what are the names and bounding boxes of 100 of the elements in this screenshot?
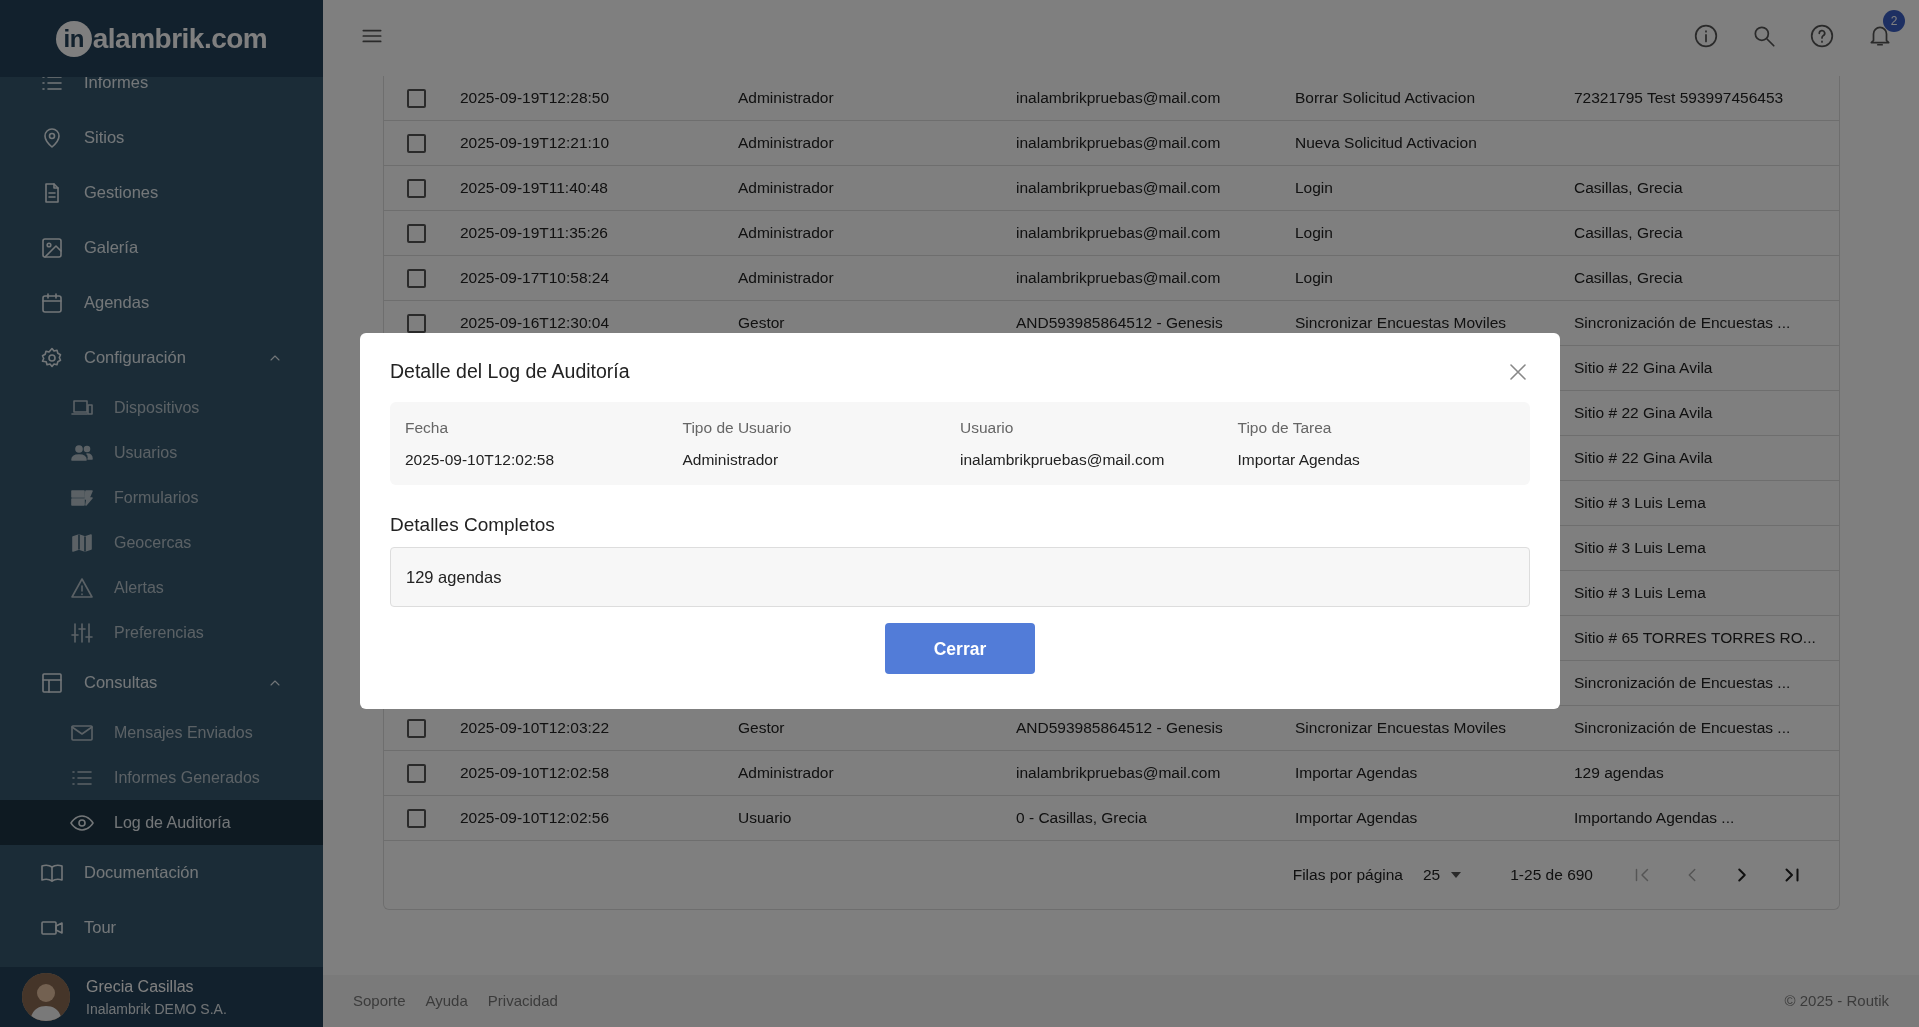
logo-text: alambrik.com [92,21,268,56]
row-checkbox[interactable] [407,763,426,783]
table-cell: Administrador [738,179,834,197]
row-checkbox[interactable] [407,808,426,828]
sidebar-item[interactable]: Tour [0,900,323,955]
table-cell: Borrar Solicitud Activacion [1295,89,1476,107]
table-cell: 0 - Casillas, Grecia [1016,809,1147,827]
table-cell: inalambrikpruebas@mail.com [1016,89,1221,107]
table-icon [40,670,64,695]
image-icon [40,235,64,260]
sidebar-item[interactable]: Geocercas [0,520,323,565]
sidebar-item[interactable]: Configuración [0,330,323,385]
row-checkbox[interactable] [407,88,426,108]
table-cell: 2025-09-19T11:35:26 [460,224,608,242]
row-checkbox[interactable] [407,133,426,153]
table-cell: Sincronización de Encuestas ... [1574,674,1791,692]
table-cell: 2025-09-19T12:28:50 [460,89,610,107]
field-value: Importar Agendas [1237,449,1361,470]
rows-per-page-label: Filas por página [1292,865,1403,886]
user-name: Grecia Casillas [86,976,195,997]
table-cell: 72321795 Test 593997456453 [1574,89,1784,107]
sidebar-item[interactable]: Preferencias [0,610,323,655]
table-cell: 2025-09-10T12:02:58 [460,764,610,782]
gear-icon [40,345,64,370]
sidebar-item[interactable]: Galería [0,220,323,275]
sidebar-item[interactable]: Agendas [0,275,323,330]
copyright-text: © 2025 - Routik [1784,990,1889,1011]
table-cell: Sitio # 22 Gina Avila [1574,449,1713,467]
close-dialog-button[interactable]: Cerrar [885,623,1035,675]
row-checkbox[interactable] [407,268,426,288]
footer-link[interactable]: Soporte [353,989,406,1013]
row-checkbox[interactable] [407,178,426,198]
table-cell: Login [1295,224,1333,242]
table-cell: Sincronizar Encuestas Moviles [1295,719,1507,737]
table-cell: 2025-09-17T10:58:24 [460,269,610,287]
table-cell: Casillas, Grecia [1574,269,1683,287]
rows-per-page-select[interactable]: 25 [1423,863,1465,887]
sliders-icon [70,620,94,645]
table-cell: Nueva Solicitud Activacion [1295,134,1477,152]
sidebar-item[interactable]: Formularios [0,475,323,520]
table-cell: Administrador [738,134,834,152]
table-cell: Sitio # 3 Luis Lema [1574,494,1706,512]
table-cell: inalambrikpruebas@mail.com [1016,224,1221,242]
table-cell: 2025-09-19T12:21:10 [460,134,610,152]
warning-icon [70,575,94,600]
field-value: 2025-09-10T12:02:58 [405,449,556,470]
help-icon [1809,23,1835,49]
table-cell: Administrador [738,89,834,107]
row-checkbox[interactable] [407,223,426,243]
logo-mark: in [55,20,92,57]
sidebar-item[interactable]: Dispositivos [0,385,323,430]
table-cell: inalambrikpruebas@mail.com [1016,134,1221,152]
sidebar-item[interactable]: Sitios [0,110,323,165]
company-name: Inalambrik DEMO S.A. [86,999,227,1019]
field-label: Usuario [960,418,1015,439]
table-cell: 2025-09-16T12:30:04 [460,314,610,332]
table-cell: AND593985864512 - Genesis [1016,719,1223,737]
table-cell: Casillas, Grecia [1574,179,1683,197]
table-cell: inalambrikpruebas@mail.com [1016,269,1221,287]
table-cell: Gestor [738,719,785,737]
footer-link[interactable]: Privacidad [487,989,558,1013]
table-cell: Importar Agendas [1295,809,1418,827]
table-cell: AND593985864512 - Genesis [1016,314,1223,332]
table-cell: Sincronización de Encuestas ... [1574,314,1791,332]
table-cell: Usuario [738,809,792,827]
details-field: 129 agendas [390,547,1530,608]
sidebar-item[interactable]: Mensajes Enviados [0,710,323,755]
table-cell: Sincronizar Encuestas Moviles [1295,314,1507,332]
page-range: 1-25 de 690 [1510,865,1593,886]
table-cell: Importando Agendas ... [1574,809,1735,827]
row-checkbox[interactable] [407,718,426,738]
table-cell: Administrador [738,764,834,782]
table-cell: Sitio # 65 TORRES TORRES RO... [1574,629,1816,647]
table-cell: Login [1295,269,1333,287]
table-cell: Sitio # 3 Luis Lema [1574,539,1706,557]
table-cell: Login [1295,179,1333,197]
sidebar-item[interactable]: Gestiones [0,165,323,220]
table-cell: Gestor [738,314,785,332]
table-cell: 2025-09-10T12:02:56 [460,809,610,827]
dialog-title: Detalle del Log de Auditoría [390,359,630,384]
sidebar-item[interactable]: Log de Auditoría [0,800,323,845]
section-title: Detalles Completos [390,512,556,537]
table-cell: 2025-09-10T12:03:22 [460,719,610,737]
notification-count: 2 [1883,9,1905,32]
sidebar-item[interactable]: Consultas [0,655,323,710]
table-cell: Importar Agendas [1295,764,1418,782]
table-cell: Administrador [738,224,834,242]
table-cell: Sitio # 22 Gina Avila [1574,359,1713,377]
sidebar-item[interactable]: Usuarios [0,430,323,475]
table-cell: inalambrikpruebas@mail.com [1016,764,1221,782]
field-value: Administrador [682,449,780,470]
calendar-icon [40,290,64,315]
table-cell: Sitio # 3 Luis Lema [1574,584,1706,602]
sidebar-item[interactable]: Informes Generados [0,755,323,800]
table-cell: inalambrikpruebas@mail.com [1016,179,1221,197]
table-cell: 2025-09-19T11:40:48 [460,179,608,197]
table-cell: Sitio # 22 Gina Avila [1574,404,1713,422]
sidebar-item[interactable]: Documentación [0,845,323,900]
sidebar-item[interactable]: Alertas [0,565,323,610]
footer-link[interactable]: Ayuda [425,989,468,1013]
